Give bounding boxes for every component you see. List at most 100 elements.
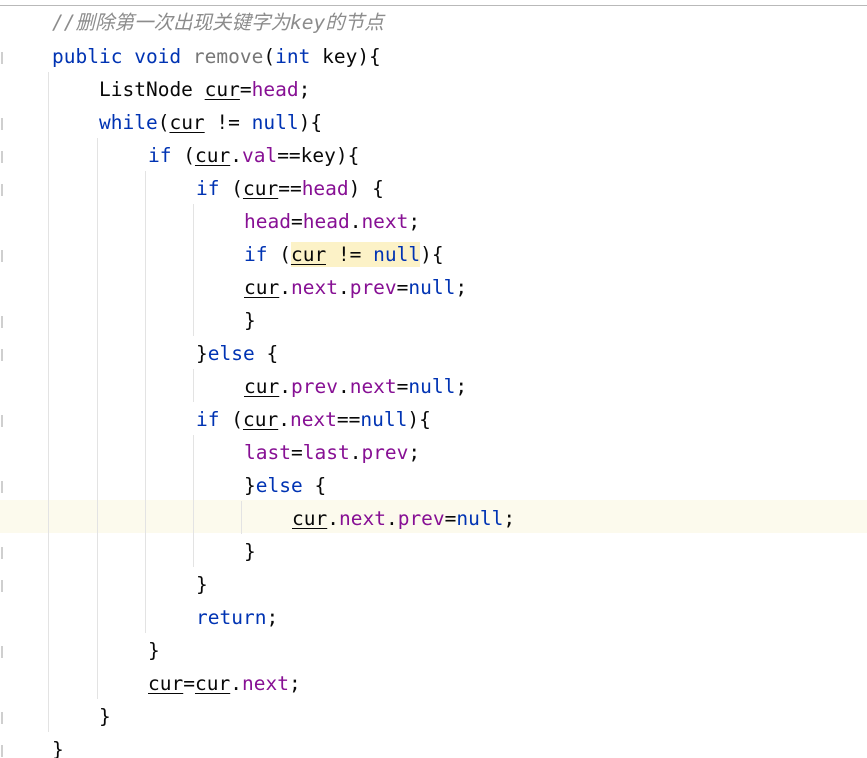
code-line[interactable]: cur.next.prev=null; (244, 271, 467, 304)
code-token: cur (292, 507, 328, 530)
code-token: ){ (298, 111, 323, 134)
indent-guide-line (193, 204, 194, 336)
gutter-fold-marker[interactable] (1, 745, 3, 757)
code-token: cur (148, 672, 184, 695)
code-token: } (148, 639, 160, 662)
code-token: key){ (310, 45, 381, 68)
code-line[interactable]: } (99, 700, 111, 733)
gutter-fold-marker[interactable] (1, 316, 3, 328)
code-line[interactable]: last=last.prev; (244, 436, 420, 469)
code-token: key (290, 11, 326, 34)
code-token: ){ (420, 243, 444, 266)
code-token: cur (290, 242, 327, 267)
code-line[interactable]: } (148, 634, 160, 667)
code-line[interactable]: if (cur.val==key){ (148, 139, 359, 172)
code-token: = (444, 507, 457, 530)
code-line[interactable]: //删除第一次出现关键字为key的节点 (52, 6, 384, 39)
gutter-fold-marker[interactable] (1, 580, 3, 592)
code-token: cur (204, 78, 240, 101)
code-token: head (302, 210, 350, 233)
code-token: prev (349, 276, 397, 299)
code-token: int (275, 45, 311, 68)
code-line[interactable]: public void remove(int key){ (52, 40, 381, 73)
code-line[interactable]: cur=cur.next; (148, 667, 301, 700)
code-line[interactable]: cur.prev.next=null; (244, 370, 467, 403)
code-token: = (239, 78, 252, 101)
gutter-fold-marker[interactable] (1, 547, 3, 559)
code-line[interactable]: if (cur==head) { (196, 172, 384, 205)
code-line[interactable]: head=head.next; (244, 205, 420, 238)
code-line[interactable]: }else { (244, 469, 326, 502)
code-token: head (301, 177, 349, 200)
code-line[interactable]: }else { (196, 337, 278, 370)
code-token: == (336, 408, 361, 431)
indent-guide-line (193, 435, 194, 567)
code-token: } (196, 573, 208, 596)
indent-guide-line (145, 171, 146, 633)
code-line[interactable]: } (244, 535, 256, 568)
code-token: ){ (407, 408, 431, 431)
code-token: null (456, 507, 504, 530)
code-token: cur (194, 144, 231, 167)
code-line[interactable]: while(cur != null){ (99, 106, 322, 139)
code-token: if (196, 177, 220, 200)
code-token: return (196, 606, 267, 629)
gutter-fold-marker[interactable] (1, 481, 3, 493)
code-token: == (278, 177, 302, 200)
code-token: // (52, 11, 76, 34)
gutter-fold-marker[interactable] (1, 151, 3, 163)
code-line[interactable]: return; (196, 601, 278, 634)
code-token: ( (263, 45, 276, 68)
code-token: else (207, 342, 255, 365)
code-line[interactable]: ListNode cur=head; (99, 73, 310, 106)
code-token: next (338, 507, 386, 530)
code-token: = (396, 276, 409, 299)
code-token: 删除第一次出现关键字为 (75, 11, 290, 34)
code-token: . (279, 276, 291, 299)
code-token: if (244, 243, 268, 266)
gutter-fold-marker[interactable] (1, 712, 3, 724)
code-token: = (396, 375, 409, 398)
code-token: null (251, 111, 299, 134)
code-editor[interactable]: //删除第一次出现关键字为key的节点 public void remove(in… (0, 0, 867, 758)
code-token: remove (192, 45, 264, 68)
code-line[interactable]: } (244, 304, 256, 337)
code-token: val (241, 144, 278, 167)
code-token: cur (194, 672, 231, 695)
code-token: prev (361, 441, 409, 464)
indent-guide-line (193, 369, 194, 402)
code-token: last (302, 441, 350, 464)
gutter-fold-marker[interactable] (1, 118, 3, 130)
gutter-fold-marker[interactable] (1, 646, 3, 658)
code-token: null (408, 375, 456, 398)
code-token: null (360, 408, 408, 431)
code-token: } (244, 540, 256, 563)
code-token: cur (242, 177, 279, 200)
code-token: ( (219, 408, 243, 431)
code-line[interactable]: cur.next.prev=null; (292, 502, 515, 535)
code-token: next (241, 672, 289, 695)
gutter-fold-marker[interactable] (1, 349, 3, 361)
indent-guide-line (241, 501, 242, 534)
gutter-fold-marker[interactable] (1, 415, 3, 427)
code-token: ( (219, 177, 243, 200)
code-line[interactable]: if (cur != null){ (244, 238, 444, 271)
code-token: ; (455, 375, 468, 398)
code-token: = (290, 210, 303, 233)
code-token: . (230, 144, 242, 167)
code-line[interactable]: if (cur.next==null){ (196, 403, 431, 436)
code-token: != (204, 111, 252, 134)
code-token: ; (408, 210, 421, 233)
code-line[interactable]: } (52, 733, 64, 758)
gutter-fold-marker[interactable] (1, 52, 3, 64)
gutter-fold-marker[interactable] (1, 184, 3, 196)
code-line[interactable]: } (196, 568, 208, 601)
code-token: ( (171, 144, 195, 167)
code-token: . (327, 507, 339, 530)
code-token: . (278, 408, 290, 431)
code-token: while (99, 111, 158, 134)
code-token: ListNode (99, 78, 205, 101)
gutter-fold-marker[interactable] (1, 250, 3, 262)
code-token: ; (266, 606, 279, 629)
